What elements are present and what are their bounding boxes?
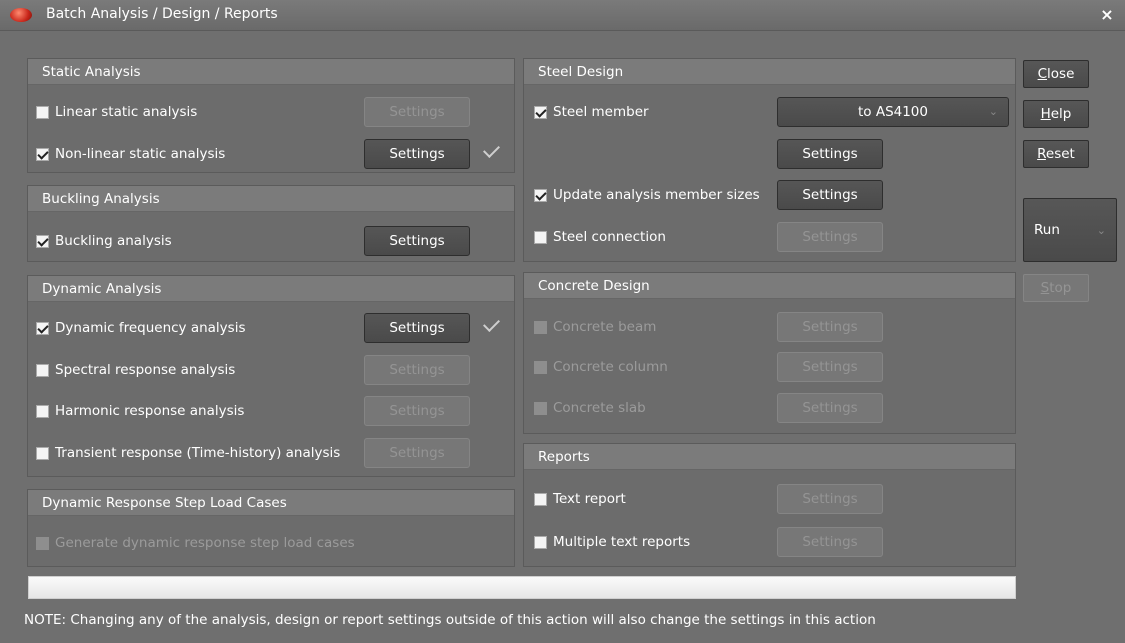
- nonlinear-static-done-check-icon: [483, 141, 500, 158]
- transient-response-checkbox[interactable]: [36, 446, 49, 460]
- harmonic-response-settings-button[interactable]: Settings: [364, 396, 470, 426]
- dynamic-frequency-settings-button[interactable]: Settings: [364, 313, 470, 343]
- concrete-slab-checkbox[interactable]: [534, 401, 547, 415]
- text-report-checkbox[interactable]: [534, 492, 547, 506]
- transient-response-settings-button[interactable]: Settings: [364, 438, 470, 468]
- transient-response-label: Transient response (Time-history) analys…: [55, 445, 341, 461]
- buckling-analysis-group: Buckling Analysis Buckling analysis Sett…: [27, 185, 515, 262]
- harmonic-response-checkbox[interactable]: [36, 404, 49, 418]
- update-sizes-row[interactable]: Update analysis member sizes: [534, 183, 760, 207]
- buckling-label: Buckling analysis: [55, 233, 172, 249]
- steel-connection-checkbox[interactable]: [534, 230, 547, 244]
- concrete-design-group: Concrete Design Concrete beam Settings C…: [523, 272, 1016, 434]
- chevron-down-icon: ⌄: [988, 105, 998, 118]
- multiple-reports-settings-button[interactable]: Settings: [777, 527, 883, 557]
- linear-static-settings-button[interactable]: Settings: [364, 97, 470, 127]
- generate-step-label: Generate dynamic response step load case…: [55, 535, 355, 551]
- steel-design-header: Steel Design: [524, 59, 1015, 85]
- update-sizes-label: Update analysis member sizes: [553, 187, 760, 203]
- concrete-beam-label: Concrete beam: [553, 319, 657, 335]
- static-analysis-group: Static Analysis Linear static analysis S…: [27, 58, 515, 173]
- dynamic-analysis-group: Dynamic Analysis Dynamic frequency analy…: [27, 275, 515, 477]
- reports-header: Reports: [524, 444, 1015, 470]
- concrete-design-header: Concrete Design: [524, 273, 1015, 299]
- nonlinear-static-settings-button[interactable]: Settings: [364, 139, 470, 169]
- window-close-icon[interactable]: ×: [1097, 5, 1117, 25]
- run-label: Run: [1034, 222, 1060, 238]
- nonlinear-static-label: Non-linear static analysis: [55, 146, 226, 162]
- concrete-column-label: Concrete column: [553, 359, 668, 375]
- steel-member-row[interactable]: Steel member: [534, 100, 649, 124]
- static-analysis-header: Static Analysis: [28, 59, 514, 85]
- text-report-label: Text report: [553, 491, 626, 507]
- concrete-beam-settings-button[interactable]: Settings: [777, 312, 883, 342]
- steel-connection-label: Steel connection: [553, 229, 666, 245]
- title-bar: Batch Analysis / Design / Reports ×: [0, 0, 1125, 31]
- dynamic-frequency-checkbox[interactable]: [36, 321, 49, 335]
- concrete-beam-row[interactable]: Concrete beam: [534, 315, 656, 339]
- linear-static-label: Linear static analysis: [55, 104, 198, 120]
- close-button[interactable]: Close: [1023, 60, 1089, 88]
- concrete-column-checkbox[interactable]: [534, 360, 547, 374]
- multiple-reports-checkbox[interactable]: [534, 535, 547, 549]
- buckling-row[interactable]: Buckling analysis: [36, 229, 172, 253]
- steel-member-label: Steel member: [553, 104, 649, 120]
- harmonic-response-label: Harmonic response analysis: [55, 403, 245, 419]
- dynamic-frequency-row[interactable]: Dynamic frequency analysis: [36, 316, 246, 340]
- spectral-response-checkbox[interactable]: [36, 363, 49, 377]
- steel-member-checkbox[interactable]: [534, 105, 547, 119]
- text-report-row[interactable]: Text report: [534, 487, 626, 511]
- steel-design-group: Steel Design Steel member to AS4100 ⌄ Se…: [523, 58, 1016, 262]
- concrete-beam-checkbox[interactable]: [534, 320, 547, 334]
- update-sizes-settings-button[interactable]: Settings: [777, 180, 883, 210]
- progress-bar: [28, 576, 1016, 599]
- multiple-reports-label: Multiple text reports: [553, 534, 691, 550]
- linear-static-checkbox[interactable]: [36, 105, 49, 119]
- concrete-slab-label: Concrete slab: [553, 400, 646, 416]
- buckling-settings-button[interactable]: Settings: [364, 226, 470, 256]
- concrete-column-settings-button[interactable]: Settings: [777, 352, 883, 382]
- dynamic-analysis-header: Dynamic Analysis: [28, 276, 514, 302]
- steel-standard-dropdown[interactable]: to AS4100 ⌄: [777, 97, 1009, 127]
- dynamic-frequency-label: Dynamic frequency analysis: [55, 320, 246, 336]
- harmonic-response-row[interactable]: Harmonic response analysis: [36, 399, 244, 423]
- dynamic-frequency-done-check-icon: [483, 315, 500, 332]
- reset-button[interactable]: Reset: [1023, 140, 1089, 168]
- update-sizes-checkbox[interactable]: [534, 188, 547, 202]
- spectral-response-settings-button[interactable]: Settings: [364, 355, 470, 385]
- nonlinear-static-row[interactable]: Non-linear static analysis: [36, 142, 225, 166]
- spectral-response-label: Spectral response analysis: [55, 362, 236, 378]
- buckling-analysis-header: Buckling Analysis: [28, 186, 514, 212]
- dynamic-step-header: Dynamic Response Step Load Cases: [28, 490, 514, 516]
- steel-connection-row[interactable]: Steel connection: [534, 225, 666, 249]
- text-report-settings-button[interactable]: Settings: [777, 484, 883, 514]
- chevron-down-icon[interactable]: ⌄: [1097, 224, 1106, 237]
- concrete-slab-row[interactable]: Concrete slab: [534, 396, 646, 420]
- generate-step-checkbox[interactable]: [36, 536, 49, 550]
- concrete-slab-settings-button[interactable]: Settings: [777, 393, 883, 423]
- reports-group: Reports Text report Settings Multiple te…: [523, 443, 1016, 567]
- steel-connection-settings-button[interactable]: Settings: [777, 222, 883, 252]
- concrete-column-row[interactable]: Concrete column: [534, 355, 668, 379]
- linear-static-row[interactable]: Linear static analysis: [36, 100, 197, 124]
- run-button[interactable]: Run ⌄: [1023, 198, 1117, 262]
- multiple-reports-row[interactable]: Multiple text reports: [534, 530, 690, 554]
- nonlinear-static-checkbox[interactable]: [36, 147, 49, 161]
- app-logo-icon: [10, 8, 32, 22]
- settings-note: NOTE: Changing any of the analysis, desi…: [24, 612, 876, 628]
- generate-step-row[interactable]: Generate dynamic response step load case…: [36, 531, 355, 555]
- transient-response-row[interactable]: Transient response (Time-history) analys…: [36, 441, 340, 465]
- stop-button[interactable]: Stop: [1023, 274, 1089, 302]
- steel-member-settings-button[interactable]: Settings: [777, 139, 883, 169]
- window-title: Batch Analysis / Design / Reports: [46, 6, 278, 22]
- steel-standard-value: to AS4100: [857, 104, 928, 120]
- help-button[interactable]: Help: [1023, 100, 1089, 128]
- spectral-response-row[interactable]: Spectral response analysis: [36, 358, 235, 382]
- dynamic-step-group: Dynamic Response Step Load Cases Generat…: [27, 489, 515, 567]
- buckling-checkbox[interactable]: [36, 234, 49, 248]
